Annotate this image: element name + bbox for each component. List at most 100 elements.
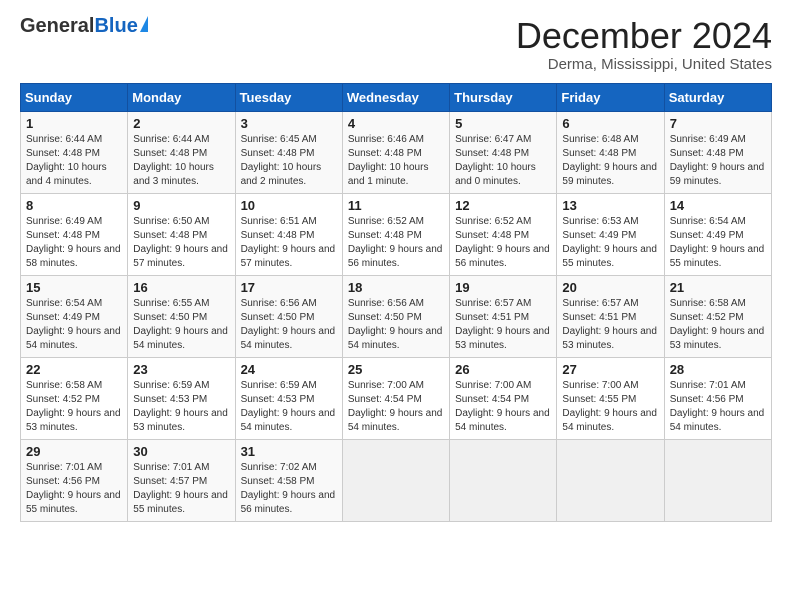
- table-row: 14 Sunrise: 6:54 AMSunset: 4:49 PMDaylig…: [664, 193, 771, 275]
- cell-info: Sunrise: 6:52 AMSunset: 4:48 PMDaylight:…: [455, 216, 550, 269]
- table-row: 27 Sunrise: 7:00 AMSunset: 4:55 PMDaylig…: [557, 357, 664, 439]
- day-number: 5: [455, 116, 551, 131]
- cell-info: Sunrise: 6:49 AMSunset: 4:48 PMDaylight:…: [26, 216, 121, 269]
- title-block: December 2024 Derma, Mississippi, United…: [516, 16, 772, 73]
- day-number: 29: [26, 444, 122, 459]
- cell-info: Sunrise: 7:01 AMSunset: 4:57 PMDaylight:…: [133, 462, 228, 515]
- day-number: 12: [455, 198, 551, 213]
- table-row: 6 Sunrise: 6:48 AMSunset: 4:48 PMDayligh…: [557, 111, 664, 193]
- month-title: December 2024: [516, 16, 772, 56]
- day-number: 27: [562, 362, 658, 377]
- cell-info: Sunrise: 7:00 AMSunset: 4:54 PMDaylight:…: [455, 380, 550, 433]
- logo: General Blue: [20, 16, 148, 36]
- col-tuesday: Tuesday: [235, 83, 342, 111]
- table-row: 19 Sunrise: 6:57 AMSunset: 4:51 PMDaylig…: [450, 275, 557, 357]
- day-number: 22: [26, 362, 122, 377]
- table-row: 7 Sunrise: 6:49 AMSunset: 4:48 PMDayligh…: [664, 111, 771, 193]
- table-row: 13 Sunrise: 6:53 AMSunset: 4:49 PMDaylig…: [557, 193, 664, 275]
- day-number: 31: [241, 444, 337, 459]
- day-number: 26: [455, 362, 551, 377]
- day-number: 8: [26, 198, 122, 213]
- day-number: 30: [133, 444, 229, 459]
- table-row: 31 Sunrise: 7:02 AMSunset: 4:58 PMDaylig…: [235, 439, 342, 521]
- table-row: 3 Sunrise: 6:45 AMSunset: 4:48 PMDayligh…: [235, 111, 342, 193]
- table-row: 22 Sunrise: 6:58 AMSunset: 4:52 PMDaylig…: [21, 357, 128, 439]
- day-number: 20: [562, 280, 658, 295]
- cell-info: Sunrise: 6:44 AMSunset: 4:48 PMDaylight:…: [133, 134, 214, 187]
- location: Derma, Mississippi, United States: [516, 56, 772, 73]
- table-row: 8 Sunrise: 6:49 AMSunset: 4:48 PMDayligh…: [21, 193, 128, 275]
- cell-info: Sunrise: 6:48 AMSunset: 4:48 PMDaylight:…: [562, 134, 657, 187]
- calendar-header-row: Sunday Monday Tuesday Wednesday Thursday…: [21, 83, 772, 111]
- day-number: 1: [26, 116, 122, 131]
- logo-blue: Blue: [94, 16, 137, 36]
- table-row: 26 Sunrise: 7:00 AMSunset: 4:54 PMDaylig…: [450, 357, 557, 439]
- calendar-week-row: 29 Sunrise: 7:01 AMSunset: 4:56 PMDaylig…: [21, 439, 772, 521]
- calendar-week-row: 1 Sunrise: 6:44 AMSunset: 4:48 PMDayligh…: [21, 111, 772, 193]
- logo-icon: [140, 16, 148, 32]
- table-row: 28 Sunrise: 7:01 AMSunset: 4:56 PMDaylig…: [664, 357, 771, 439]
- day-number: 3: [241, 116, 337, 131]
- table-row: [557, 439, 664, 521]
- col-friday: Friday: [557, 83, 664, 111]
- col-sunday: Sunday: [21, 83, 128, 111]
- day-number: 15: [26, 280, 122, 295]
- day-number: 25: [348, 362, 444, 377]
- day-number: 13: [562, 198, 658, 213]
- table-row: 29 Sunrise: 7:01 AMSunset: 4:56 PMDaylig…: [21, 439, 128, 521]
- cell-info: Sunrise: 7:00 AMSunset: 4:54 PMDaylight:…: [348, 380, 443, 433]
- table-row: 10 Sunrise: 6:51 AMSunset: 4:48 PMDaylig…: [235, 193, 342, 275]
- cell-info: Sunrise: 6:44 AMSunset: 4:48 PMDaylight:…: [26, 134, 107, 187]
- table-row: 16 Sunrise: 6:55 AMSunset: 4:50 PMDaylig…: [128, 275, 235, 357]
- day-number: 17: [241, 280, 337, 295]
- header: General Blue December 2024 Derma, Missis…: [20, 16, 772, 73]
- cell-info: Sunrise: 6:56 AMSunset: 4:50 PMDaylight:…: [241, 298, 336, 351]
- day-number: 24: [241, 362, 337, 377]
- day-number: 6: [562, 116, 658, 131]
- cell-info: Sunrise: 7:01 AMSunset: 4:56 PMDaylight:…: [670, 380, 765, 433]
- logo-general: General: [20, 16, 94, 36]
- table-row: 20 Sunrise: 6:57 AMSunset: 4:51 PMDaylig…: [557, 275, 664, 357]
- table-row: 9 Sunrise: 6:50 AMSunset: 4:48 PMDayligh…: [128, 193, 235, 275]
- cell-info: Sunrise: 6:50 AMSunset: 4:48 PMDaylight:…: [133, 216, 228, 269]
- cell-info: Sunrise: 6:58 AMSunset: 4:52 PMDaylight:…: [26, 380, 121, 433]
- table-row: [664, 439, 771, 521]
- table-row: 15 Sunrise: 6:54 AMSunset: 4:49 PMDaylig…: [21, 275, 128, 357]
- calendar-week-row: 8 Sunrise: 6:49 AMSunset: 4:48 PMDayligh…: [21, 193, 772, 275]
- col-saturday: Saturday: [664, 83, 771, 111]
- col-wednesday: Wednesday: [342, 83, 449, 111]
- day-number: 10: [241, 198, 337, 213]
- cell-info: Sunrise: 6:49 AMSunset: 4:48 PMDaylight:…: [670, 134, 765, 187]
- table-row: 11 Sunrise: 6:52 AMSunset: 4:48 PMDaylig…: [342, 193, 449, 275]
- day-number: 4: [348, 116, 444, 131]
- cell-info: Sunrise: 6:59 AMSunset: 4:53 PMDaylight:…: [133, 380, 228, 433]
- cell-info: Sunrise: 6:55 AMSunset: 4:50 PMDaylight:…: [133, 298, 228, 351]
- page: General Blue December 2024 Derma, Missis…: [0, 0, 792, 534]
- cell-info: Sunrise: 6:57 AMSunset: 4:51 PMDaylight:…: [455, 298, 550, 351]
- cell-info: Sunrise: 6:57 AMSunset: 4:51 PMDaylight:…: [562, 298, 657, 351]
- table-row: 18 Sunrise: 6:56 AMSunset: 4:50 PMDaylig…: [342, 275, 449, 357]
- col-thursday: Thursday: [450, 83, 557, 111]
- cell-info: Sunrise: 6:54 AMSunset: 4:49 PMDaylight:…: [26, 298, 121, 351]
- day-number: 2: [133, 116, 229, 131]
- day-number: 19: [455, 280, 551, 295]
- cell-info: Sunrise: 6:54 AMSunset: 4:49 PMDaylight:…: [670, 216, 765, 269]
- cell-info: Sunrise: 6:45 AMSunset: 4:48 PMDaylight:…: [241, 134, 322, 187]
- cell-info: Sunrise: 6:56 AMSunset: 4:50 PMDaylight:…: [348, 298, 443, 351]
- cell-info: Sunrise: 6:53 AMSunset: 4:49 PMDaylight:…: [562, 216, 657, 269]
- cell-info: Sunrise: 7:00 AMSunset: 4:55 PMDaylight:…: [562, 380, 657, 433]
- day-number: 11: [348, 198, 444, 213]
- table-row: 23 Sunrise: 6:59 AMSunset: 4:53 PMDaylig…: [128, 357, 235, 439]
- day-number: 18: [348, 280, 444, 295]
- day-number: 28: [670, 362, 766, 377]
- calendar-week-row: 15 Sunrise: 6:54 AMSunset: 4:49 PMDaylig…: [21, 275, 772, 357]
- calendar: Sunday Monday Tuesday Wednesday Thursday…: [20, 83, 772, 522]
- cell-info: Sunrise: 7:02 AMSunset: 4:58 PMDaylight:…: [241, 462, 336, 515]
- cell-info: Sunrise: 6:59 AMSunset: 4:53 PMDaylight:…: [241, 380, 336, 433]
- table-row: 24 Sunrise: 6:59 AMSunset: 4:53 PMDaylig…: [235, 357, 342, 439]
- logo-text: General Blue: [20, 16, 148, 36]
- table-row: [450, 439, 557, 521]
- day-number: 7: [670, 116, 766, 131]
- col-monday: Monday: [128, 83, 235, 111]
- table-row: 2 Sunrise: 6:44 AMSunset: 4:48 PMDayligh…: [128, 111, 235, 193]
